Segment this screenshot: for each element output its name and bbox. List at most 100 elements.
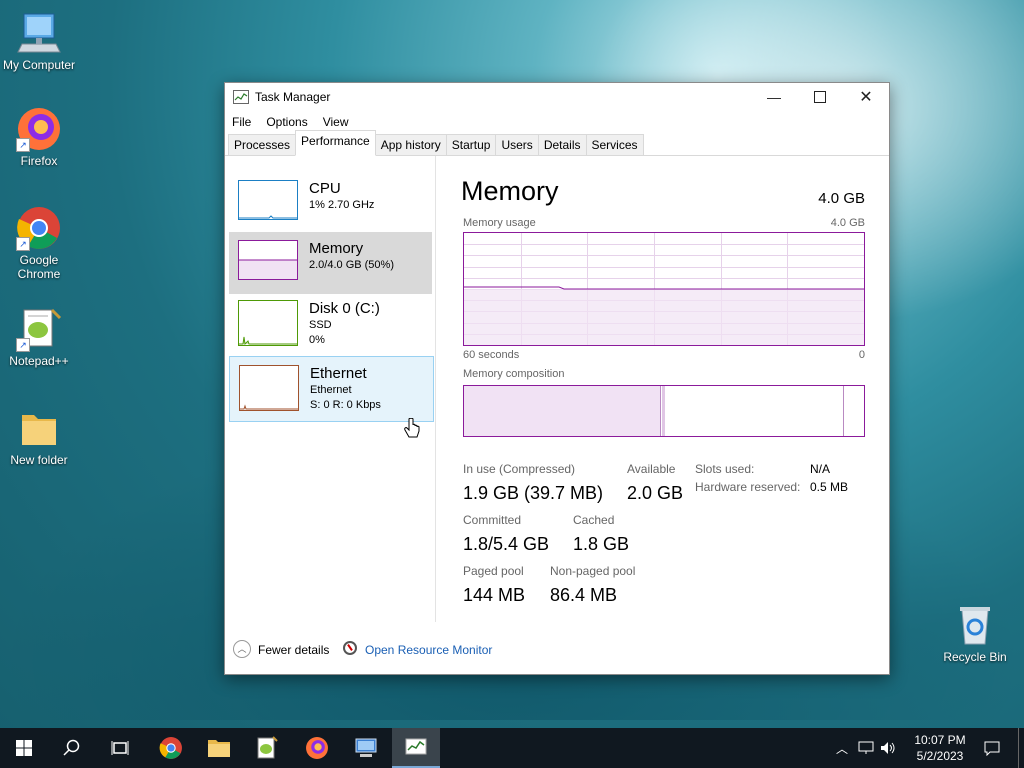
perf-item-cpu[interactable]: CPU 1% 2.70 GHz (229, 172, 432, 234)
folder-icon (16, 405, 62, 451)
perf-item-ethernet[interactable]: Ethernet Ethernet S: 0 R: 0 Kbps (229, 356, 434, 422)
tab-processes[interactable]: Processes (228, 134, 297, 155)
memory-heading: Memory (461, 176, 559, 206)
tab-performance[interactable]: Performance (295, 130, 376, 156)
tab-details[interactable]: Details (537, 134, 587, 155)
task-manager-window[interactable]: Task Manager — ✕ File Options View Proce… (224, 82, 890, 675)
taskbar-notepad-plus-plus[interactable] (243, 728, 291, 768)
tab-users[interactable]: Users (495, 134, 539, 155)
stat-cached-value: 1.8 GB (573, 534, 630, 554)
desktop-icon-label: My Computer (2, 58, 76, 72)
tab-app-history[interactable]: App history (374, 134, 447, 155)
menu-view[interactable]: View (323, 115, 349, 129)
shortcut-arrow-icon: ↗ (16, 237, 30, 251)
stat-committed-value: 1.8/5.4 GB (463, 534, 550, 554)
stat-in-use-label: In use (Compressed) (463, 462, 576, 476)
maximize-icon (814, 91, 826, 103)
ethernet-thumbnail-graph (239, 365, 299, 411)
notepad-plus-plus-icon (257, 736, 278, 759)
desktop-icon-my-computer[interactable]: My Computer (1, 10, 77, 72)
stat-nonpaged-pool-value: 86.4 MB (550, 585, 618, 605)
resource-list: CPU 1% 2.70 GHz Memory 2.0/4.0 GB (50%) … (225, 156, 436, 622)
fewer-details-link[interactable]: Fewer details (258, 643, 329, 657)
start-button[interactable] (0, 728, 48, 768)
perf-item-disk[interactable]: Disk 0 (C:) SSD 0% (229, 292, 432, 354)
desktop-icon-google-chrome[interactable]: ↗ Google Chrome (1, 205, 77, 281)
desktop-icon-notepad-plus-plus[interactable]: ↗ Notepad++ (1, 306, 77, 368)
chevron-up-icon[interactable]: ︿ (233, 640, 251, 658)
resource-monitor-icon (343, 641, 357, 655)
stat-in-use-value: 1.9 GB (39.7 MB) (463, 483, 604, 503)
stat-slots-value: N/A (810, 462, 831, 476)
chrome-icon: ↗ (16, 205, 62, 251)
performance-content: CPU 1% 2.70 GHz Memory 2.0/4.0 GB (50%) … (225, 156, 889, 626)
close-icon: ✕ (859, 89, 873, 106)
graph-time-right: 0 (858, 349, 865, 361)
disk-thumbnail-graph (238, 300, 298, 346)
stat-slots-label: Slots used: (695, 462, 755, 476)
desktop-icon-label: Notepad++ (9, 354, 69, 368)
stat-paged-pool-label: Paged pool (463, 564, 524, 578)
task-manager-icon (233, 90, 249, 104)
graph-time-left: 60 seconds (463, 349, 520, 361)
tab-services[interactable]: Services (585, 134, 644, 155)
desktop-icon-label: Firefox (20, 154, 58, 168)
memory-usage-max: 4.0 GB (830, 217, 865, 229)
chrome-icon (159, 737, 182, 759)
composition-in-use (464, 386, 661, 436)
memory-usage-graph (463, 232, 865, 346)
stat-available-label: Available (627, 462, 676, 476)
desktop-icon-firefox[interactable]: ↗ Firefox (1, 106, 77, 168)
search-icon (63, 739, 80, 756)
notification-icon (984, 741, 1000, 756)
perf-item-title: Disk 0 (C:) (309, 300, 380, 317)
taskbar-firefox[interactable] (293, 728, 341, 768)
menu-options[interactable]: Options (266, 115, 307, 129)
desktop-icon-recycle-bin[interactable]: Recycle Bin (937, 602, 1013, 664)
perf-item-detail: Ethernet (310, 384, 352, 396)
window-footer: ︿ Fewer details Open Resource Monitor (225, 635, 889, 665)
window-title: Task Manager (255, 90, 331, 104)
taskbar-file-explorer[interactable] (195, 728, 243, 768)
stat-cached-label: Cached (573, 513, 615, 527)
show-desktop-divider[interactable] (1018, 728, 1019, 768)
close-button[interactable]: ✕ (843, 83, 889, 111)
minimize-button[interactable]: — (751, 83, 797, 111)
perf-item-title: Memory (309, 240, 364, 257)
title-bar[interactable]: Task Manager — ✕ (225, 83, 889, 111)
memory-usage-label: Memory usage (463, 217, 536, 229)
perf-item-title: Ethernet (310, 365, 367, 382)
recycle-bin-icon (952, 602, 998, 648)
menu-file[interactable]: File (232, 115, 251, 129)
perf-item-detail-2: 0% (309, 334, 325, 346)
tab-startup[interactable]: Startup (445, 134, 497, 155)
notifications-button[interactable] (980, 728, 1004, 768)
network-computer-icon (355, 738, 377, 757)
volume-icon[interactable] (880, 741, 896, 755)
chevron-up-icon[interactable]: ︿ (836, 740, 848, 757)
perf-item-detail: 1% 2.70 GHz (309, 199, 375, 211)
firefox-icon: ↗ (16, 106, 62, 152)
perf-item-memory[interactable]: Memory 2.0/4.0 GB (50%) (229, 232, 432, 294)
firefox-icon (306, 737, 328, 759)
maximize-button[interactable] (797, 83, 843, 111)
network-icon[interactable] (858, 741, 874, 755)
taskbar: ︿ 10:07 PM 5/2/2023 (0, 728, 1024, 768)
clock-date: 5/2/2023 (916, 749, 964, 763)
cpu-thumbnail-graph (238, 180, 298, 220)
clock[interactable]: 10:07 PM 5/2/2023 (906, 728, 974, 768)
taskbar-chrome[interactable] (147, 728, 195, 768)
composition-standby-free-divider (843, 386, 844, 436)
task-view-icon (111, 741, 129, 755)
taskbar-task-manager[interactable] (392, 728, 440, 768)
search-button[interactable] (48, 728, 96, 768)
desktop-icon-new-folder[interactable]: New folder (1, 405, 77, 467)
stat-paged-pool-value: 144 MB (463, 585, 526, 605)
system-tray: ︿ (836, 728, 896, 768)
task-view-button[interactable] (96, 728, 144, 768)
open-resource-monitor-link[interactable]: Open Resource Monitor (365, 643, 492, 657)
taskbar-network-app[interactable] (342, 728, 390, 768)
stat-committed-label: Committed (463, 513, 522, 527)
memory-composition-label: Memory composition (463, 368, 565, 380)
memory-composition-bar (463, 385, 865, 437)
